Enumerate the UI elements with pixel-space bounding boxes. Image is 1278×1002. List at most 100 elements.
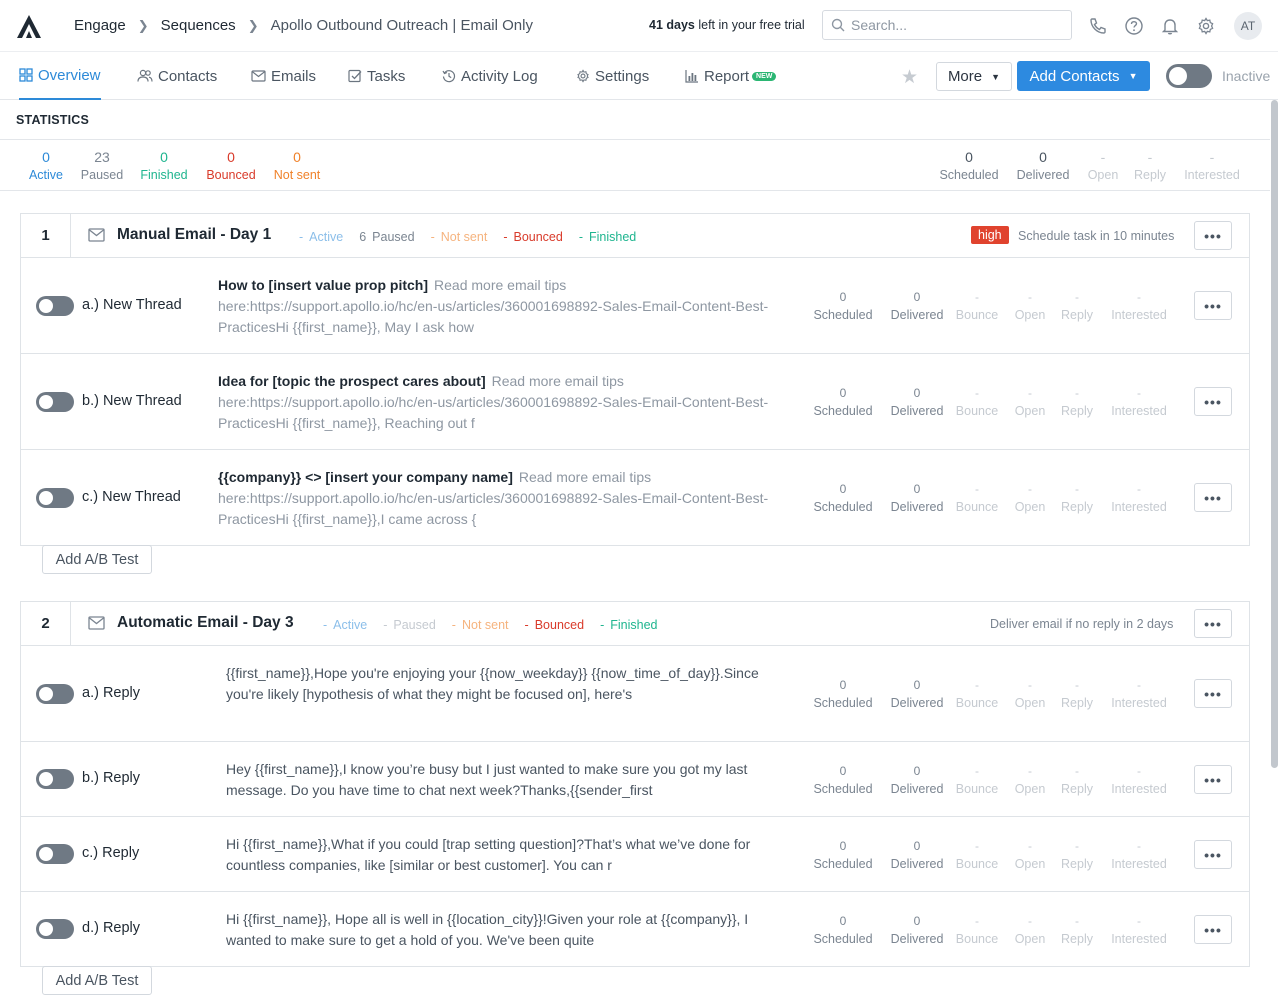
stat-value: 0 xyxy=(965,149,973,165)
stat-value: 0 xyxy=(42,149,50,165)
help-icon[interactable] xyxy=(1124,16,1144,36)
email-preview-text[interactable]: {{first_name}},Hope you're enjoying your… xyxy=(226,663,786,705)
chip-bounced[interactable]: - Bounced xyxy=(525,618,585,632)
chip-finished[interactable]: - Finished xyxy=(579,230,636,244)
chevron-right-icon: ❯ xyxy=(247,17,259,33)
stat-label: Interested xyxy=(1111,500,1167,514)
variant-toggle[interactable] xyxy=(36,769,74,789)
stat-label: Interested xyxy=(1111,932,1167,946)
stat-value: - xyxy=(1100,149,1106,165)
trial-days: 41 days xyxy=(649,18,695,32)
tab-settings[interactable]: Settings xyxy=(576,52,649,100)
gear-icon[interactable] xyxy=(1196,16,1216,36)
variant-toggle[interactable] xyxy=(36,296,74,316)
email-preview[interactable]: How to [insert value prop pitch] Read mor… xyxy=(218,275,778,338)
email-variant-row: a.) Reply {{first_name}},Hope you're enj… xyxy=(21,646,1249,742)
avatar[interactable]: AT xyxy=(1234,12,1262,40)
stat-label: Open xyxy=(1014,500,1046,514)
page-scrollbar[interactable] xyxy=(1271,100,1278,768)
new-badge: NEW xyxy=(752,71,777,81)
variant-menu-button[interactable]: ••• xyxy=(1194,291,1232,320)
add-ab-test-button[interactable]: Add A/B Test xyxy=(42,966,152,995)
add-contacts-button[interactable]: Add Contacts ▼ xyxy=(1017,61,1150,91)
stat-open: - Open xyxy=(1012,678,1048,710)
divider xyxy=(0,190,1270,191)
stat-reply: - Reply xyxy=(1059,678,1095,710)
sequence-active-toggle[interactable] xyxy=(1166,64,1212,88)
email-preview-text[interactable]: Hey {{first_name}},I know you’re busy bu… xyxy=(226,759,786,801)
add-ab-test-button[interactable]: Add A/B Test xyxy=(42,545,152,574)
variant-menu-button[interactable]: ••• xyxy=(1194,915,1232,944)
email-preview[interactable]: {{company}} <> [insert your company name… xyxy=(218,467,778,530)
stat-value: - xyxy=(1137,764,1141,778)
email-preview[interactable]: Idea for [topic the prospect cares about… xyxy=(218,371,778,434)
stat-bounced[interactable]: 0 Bounced xyxy=(204,149,258,182)
breadcrumb-sequences[interactable]: Sequences xyxy=(161,17,236,34)
star-icon[interactable]: ★ xyxy=(901,66,918,89)
stat-paused[interactable]: 23 Paused xyxy=(80,149,124,182)
step-title[interactable]: Manual Email - Day 1 xyxy=(117,226,271,244)
breadcrumb-engage[interactable]: Engage xyxy=(74,17,126,34)
apollo-logo-icon[interactable] xyxy=(14,11,44,41)
stat-label: Scheduled xyxy=(813,308,873,322)
variant-label: c.) Reply xyxy=(82,845,140,861)
stat-interested: - Interested xyxy=(1109,839,1169,871)
stat-delivered: 0 Delivered xyxy=(887,290,947,322)
tab-activity-log[interactable]: Activity Log xyxy=(442,52,538,100)
stat-scheduled: 0 Scheduled xyxy=(937,149,1001,182)
step-menu-button[interactable]: ••• xyxy=(1194,221,1232,250)
variant-toggle[interactable] xyxy=(36,392,74,412)
stat-label: Finished xyxy=(140,168,188,182)
stat-label: Delivered xyxy=(890,696,944,710)
variant-toggle[interactable] xyxy=(36,844,74,864)
stat-label: Bounce xyxy=(955,782,999,796)
chip-paused[interactable]: - Paused xyxy=(383,618,436,632)
stat-value: 0 xyxy=(839,290,847,304)
step-title[interactable]: Automatic Email - Day 3 xyxy=(117,614,294,632)
chevron-right-icon: ❯ xyxy=(137,17,149,33)
schedule-note: Schedule task in 10 minutes xyxy=(1018,229,1175,243)
search-input[interactable] xyxy=(851,17,1061,33)
variant-menu-button[interactable]: ••• xyxy=(1194,765,1232,794)
stat-finished[interactable]: 0 Finished xyxy=(139,149,189,182)
chip-not-sent[interactable]: - Not sent xyxy=(452,618,509,632)
chip-label: Finished xyxy=(589,230,637,244)
chip-active[interactable]: - Active xyxy=(299,230,343,244)
stat-not-sent[interactable]: 0 Not sent xyxy=(271,149,323,182)
chip-active[interactable]: - Active xyxy=(323,618,367,632)
variant-toggle[interactable] xyxy=(36,488,74,508)
stat-label: Reply xyxy=(1061,500,1093,514)
variant-toggle[interactable] xyxy=(36,684,74,704)
variant-menu-button[interactable]: ••• xyxy=(1194,679,1232,708)
stat-interested: - Interested xyxy=(1109,290,1169,322)
email-preview-text[interactable]: Hi {{first_name}},What if you could [tra… xyxy=(226,834,786,876)
step-menu-button[interactable]: ••• xyxy=(1194,609,1232,638)
chip-bounced[interactable]: - Bounced xyxy=(503,230,563,244)
stat-label: Not sent xyxy=(273,168,321,182)
variant-menu-button[interactable]: ••• xyxy=(1194,840,1232,869)
stat-interested: - Interested xyxy=(1181,149,1243,182)
chip-paused[interactable]: 6 Paused xyxy=(359,230,414,244)
email-preview-text[interactable]: Hi {{first_name}}, Hope all is well in {… xyxy=(226,909,786,951)
tab-emails[interactable]: Emails xyxy=(251,52,316,100)
bell-icon[interactable] xyxy=(1160,16,1180,36)
tab-overview[interactable]: Overview xyxy=(19,52,101,100)
chip-count: - xyxy=(323,618,328,632)
variant-menu-button[interactable]: ••• xyxy=(1194,483,1232,512)
phone-icon[interactable] xyxy=(1088,16,1108,36)
chip-finished[interactable]: - Finished xyxy=(600,618,657,632)
variant-toggle[interactable] xyxy=(36,919,74,939)
more-button[interactable]: More ▼ xyxy=(936,62,1012,91)
stat-active[interactable]: 0 Active xyxy=(28,149,64,182)
stat-value: - xyxy=(1028,764,1032,778)
tab-tasks[interactable]: Tasks xyxy=(348,52,405,100)
chip-not-sent[interactable]: - Not sent xyxy=(431,230,488,244)
tab-contacts[interactable]: Contacts xyxy=(137,52,217,100)
variant-menu-button[interactable]: ••• xyxy=(1194,387,1232,416)
tab-report[interactable]: Report NEW xyxy=(685,52,777,100)
stat-value: 0 xyxy=(913,914,921,928)
search-box[interactable] xyxy=(822,10,1072,40)
variant-stats: 0 Scheduled 0 Delivered - Bounce - Open - Rep… xyxy=(811,839,1169,871)
stat-scheduled: 0 Scheduled xyxy=(811,839,875,871)
stat-value: 0 xyxy=(913,678,921,692)
